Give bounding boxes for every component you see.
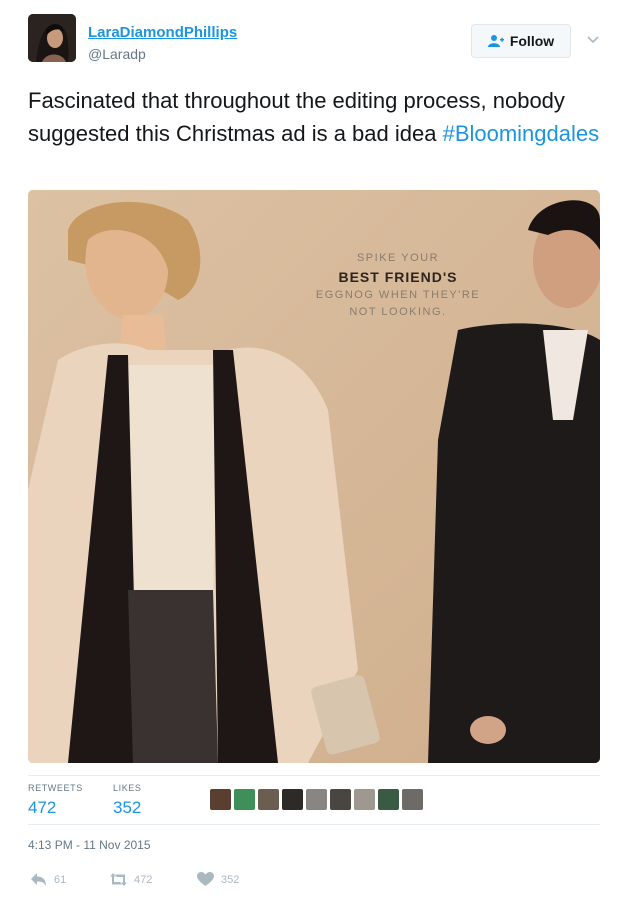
liker-avatar[interactable] [234, 789, 255, 810]
like-button[interactable]: 352 [197, 872, 239, 887]
user-handle: @Laradp [88, 46, 146, 62]
retweets-label: RETWEETS [28, 783, 83, 793]
retweet-count: 472 [134, 873, 153, 886]
ad-copy: SPIKE YOUR BEST FRIEND'S EGGNOG WHEN THE… [302, 250, 494, 321]
heart-icon [197, 872, 214, 886]
tweet-header: LaraDiamondPhillips @Laradp Follow [28, 14, 612, 74]
liker-avatar[interactable] [306, 789, 327, 810]
retweet-button[interactable]: 472 [110, 872, 152, 887]
follow-button[interactable]: Follow [471, 24, 571, 58]
ad-line-2: BEST FRIEND'S [338, 269, 458, 285]
tweet-photo[interactable]: SPIKE YOUR BEST FRIEND'S EGGNOG WHEN THE… [28, 190, 600, 763]
ad-line-1: SPIKE YOUR [356, 252, 440, 264]
retweets-value[interactable]: 472 [28, 798, 83, 818]
likes-value[interactable]: 352 [113, 798, 142, 818]
tweet-text: Fascinated that throughout the editing p… [28, 84, 612, 150]
divider [28, 775, 600, 776]
liker-avatar[interactable] [354, 789, 375, 810]
likes-label: LIKES [113, 783, 142, 793]
retweet-icon [110, 873, 127, 886]
like-count: 352 [221, 873, 240, 886]
tweet-actions: 61 472 352 [28, 872, 328, 892]
reply-count: 61 [54, 873, 67, 886]
hashtag-link[interactable]: #Bloomingdales [443, 121, 600, 146]
chevron-down-icon[interactable] [586, 32, 600, 46]
reply-icon [31, 873, 46, 886]
tweet-stats: RETWEETS 472 LIKES 352 [28, 783, 600, 823]
ad-line-3: EGGNOG WHEN THEY'RE [315, 289, 481, 301]
liker-avatar[interactable] [402, 789, 423, 810]
ad-line-4: NOT LOOKING. [349, 306, 447, 318]
divider [28, 824, 600, 825]
liker-avatar[interactable] [330, 789, 351, 810]
tweet-timestamp[interactable]: 4:13 PM - 11 Nov 2015 [28, 838, 151, 852]
retweets-stat[interactable]: RETWEETS 472 [28, 783, 83, 818]
avatar-image [28, 14, 76, 62]
display-name-link[interactable]: LaraDiamondPhillips [88, 24, 237, 41]
liker-avatar[interactable] [210, 789, 231, 810]
liker-avatar[interactable] [378, 789, 399, 810]
reply-button[interactable]: 61 [30, 872, 66, 887]
follow-label: Follow [509, 33, 555, 49]
add-user-icon [487, 35, 504, 47]
likers-avatars [210, 789, 423, 810]
likes-stat[interactable]: LIKES 352 [113, 783, 142, 818]
liker-avatar[interactable] [282, 789, 303, 810]
user-avatar[interactable] [28, 14, 76, 62]
liker-avatar[interactable] [258, 789, 279, 810]
